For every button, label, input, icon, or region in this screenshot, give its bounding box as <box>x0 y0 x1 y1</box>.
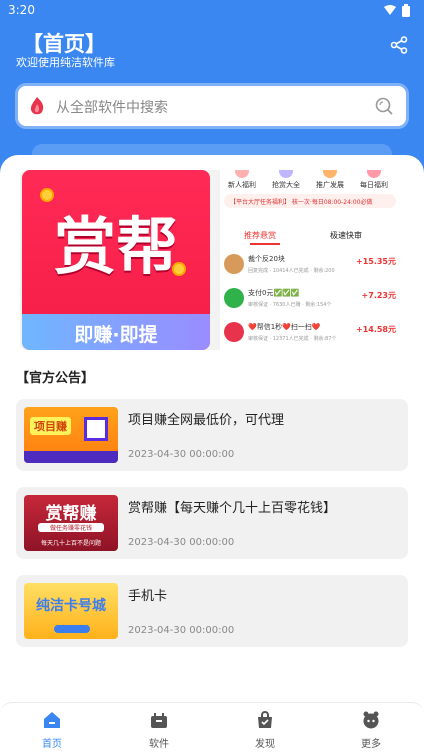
tab-more[interactable]: 更多 <box>341 711 401 750</box>
banner-tabs: 推荐悬赏 极速快审 <box>220 226 402 245</box>
quick-item-label: 抢赏大全 <box>272 181 300 189</box>
quick-item-label: 新人福利 <box>228 181 256 189</box>
task-row: 裁个反20块 +15.35元 回复完成 · 10414人已完成 · 剩余:200 <box>220 250 402 280</box>
announcement-card[interactable]: 赏帮赚 做任务赚零花钱 每天几十上百不是问题 赏帮赚【每天赚个几十上百零花钱】 … <box>16 487 408 559</box>
banner-app-bar-text: 即赚·即提 <box>74 324 158 346</box>
task-price: +14.58元 <box>355 325 396 334</box>
flame-logo-icon <box>30 97 44 115</box>
bottom-tab-bar: 首页 软件 发现 更多 <box>0 702 424 754</box>
quick-item: 推广发展 <box>310 170 350 190</box>
task-tags: 审核保证 · 7630人已赚 · 剩余:154个 <box>248 302 332 308</box>
announcement-section-title: 【官方公告】 <box>16 371 95 386</box>
banner-carousel[interactable]: 赏帮 即赚·即提 新人福利 抢赏大全 推广发展 每日福利 【平台大厅任务福利】 … <box>20 170 402 350</box>
banner-tab-recommend: 推荐悬赏 <box>244 231 280 245</box>
quick-item-label: 每日福利 <box>360 181 388 189</box>
announcement-thumbnail: 项目赚 <box>24 407 118 463</box>
task-price: +15.35元 <box>355 257 396 266</box>
page-subtitle: 欢迎使用纯洁软件库 <box>16 56 115 69</box>
coin-icon <box>172 262 186 276</box>
tab-home[interactable]: 首页 <box>22 711 82 750</box>
avatar <box>224 254 244 274</box>
announcement-thumbnail: 纯洁卡号城 <box>24 583 118 639</box>
search-input[interactable]: 从全部软件中搜索 <box>56 97 168 117</box>
coin-icon <box>40 188 54 202</box>
announcement-card[interactable]: 纯洁卡号城 手机卡 2023-04-30 00:00:00 <box>16 575 408 647</box>
announcement-date: 2023-04-30 00:00:00 <box>128 449 235 460</box>
task-tags: 回复完成 · 10414人已完成 · 剩余:200 <box>248 268 335 274</box>
discover-icon <box>258 711 272 728</box>
battery-icon <box>402 4 410 17</box>
tab-label: 发现 <box>255 739 275 750</box>
avatar <box>224 322 244 342</box>
tab-software[interactable]: 软件 <box>129 711 189 750</box>
search-bar[interactable]: 从全部软件中搜索 <box>18 86 406 126</box>
tab-label: 更多 <box>361 739 381 750</box>
software-icon <box>151 713 167 728</box>
thumbnail-label: 项目赚 <box>30 417 71 435</box>
task-name: 支付0元✅✅✅ <box>248 289 300 297</box>
quick-item: 抢赏大全 <box>266 170 306 190</box>
banner-notice-strip: 【平台大厅任务福利】 核一次·每日08:00-24:00必做 <box>224 194 396 208</box>
announcement-thumbnail: 赏帮赚 做任务赚零花钱 每天几十上百不是问题 <box>24 495 118 551</box>
avatar <box>224 288 244 308</box>
banner-tab-fast: 极速快审 <box>330 231 362 240</box>
thumbnail-label: 赏帮赚 <box>45 504 97 524</box>
task-price: +7.23元 <box>361 291 396 300</box>
announcement-card[interactable]: 项目赚 项目赚全网最低价，可代理 2023-04-30 00:00:00 <box>16 399 408 471</box>
announcement-title: 项目赚全网最低价，可代理 <box>128 413 285 428</box>
thumbnail-subtext: 做任务赚零花钱 <box>38 523 104 532</box>
tab-label: 软件 <box>149 739 169 750</box>
announcement-title: 赏帮赚【每天赚个几十上百零花钱】 <box>128 501 337 516</box>
announcement-date: 2023-04-30 00:00:00 <box>128 537 235 548</box>
banner-app-preview: 新人福利 抢赏大全 推广发展 每日福利 【平台大厅任务福利】 核一次·每日08:… <box>220 170 402 350</box>
share-icon[interactable] <box>390 36 408 54</box>
task-name: ❤️帮信1秒❤️扫一扫❤️ <box>248 323 321 331</box>
announcement-title: 手机卡 <box>128 589 168 604</box>
status-time: 3:20 <box>8 3 35 17</box>
home-icon <box>44 712 60 728</box>
quick-item: 新人福利 <box>222 170 262 190</box>
quick-item-label: 推广发展 <box>316 181 344 189</box>
task-row: ❤️帮信1秒❤️扫一扫❤️ +14.58元 审核保证 · 12371人已完成 ·… <box>220 318 402 348</box>
banner-app-bar: 即赚·即提 <box>22 314 210 350</box>
task-row: 支付0元✅✅✅ +7.23元 审核保证 · 7630人已赚 · 剩余:154个 <box>220 284 402 314</box>
task-name: 裁个反20块 <box>248 255 285 263</box>
quick-entry-row: 新人福利 抢赏大全 推广发展 每日福利 <box>220 170 402 196</box>
search-icon[interactable] <box>374 96 394 116</box>
wifi-icon <box>384 5 396 15</box>
announcement-date: 2023-04-30 00:00:00 <box>128 625 235 636</box>
qr-code-icon <box>84 417 108 441</box>
thumbnail-subtext: 每天几十上百不是问题 <box>40 540 101 547</box>
tab-discover[interactable]: 发现 <box>235 711 295 750</box>
status-bar: 3:20 <box>0 0 424 22</box>
tab-label: 首页 <box>42 739 62 750</box>
more-icon <box>363 711 379 729</box>
task-tags: 审核保证 · 12371人已完成 · 剩余:87个 <box>248 336 337 342</box>
banner-app-icon: 赏帮 即赚·即提 <box>22 170 210 350</box>
thumbnail-label: 纯洁卡号城 <box>36 598 106 614</box>
quick-item: 每日福利 <box>354 170 394 190</box>
